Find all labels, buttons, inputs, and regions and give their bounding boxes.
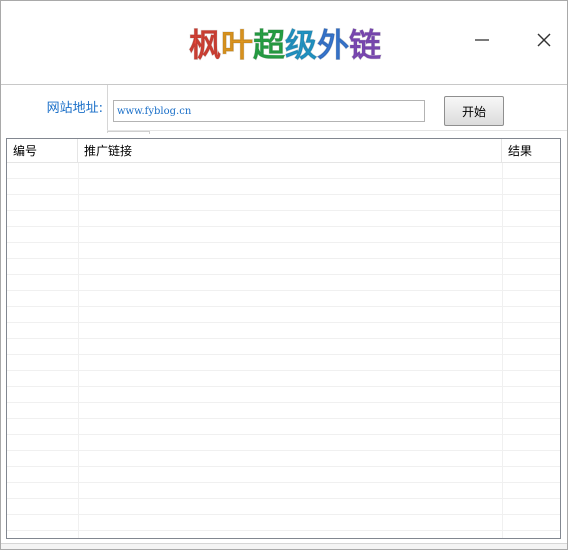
table-row [7, 387, 560, 403]
close-icon [537, 33, 551, 47]
table-row [7, 275, 560, 291]
list-header: 编号 推广链接 结果 [7, 139, 560, 163]
table-row [7, 163, 560, 179]
divider [107, 131, 150, 134]
table-row [7, 243, 560, 259]
table-row [7, 323, 560, 339]
url-row: 网站地址: 开始 [1, 85, 567, 134]
table-row [7, 515, 560, 531]
table-row [7, 419, 560, 435]
app-title: 枫 叶 超 级 外 链 [188, 21, 382, 65]
table-row [7, 467, 560, 483]
url-input[interactable] [113, 100, 425, 122]
status-strip [1, 543, 567, 549]
url-label: 网站地址: [46, 101, 103, 116]
start-button[interactable]: 开始 [444, 96, 504, 126]
table-row [7, 291, 560, 307]
result-list[interactable]: 编号 推广链接 结果 [6, 138, 561, 539]
title-bar: 枫 叶 超 级 外 链 [1, 1, 567, 85]
table-row [7, 483, 560, 499]
table-row [7, 211, 560, 227]
minimize-icon [475, 39, 489, 41]
minimize-button[interactable] [467, 25, 497, 55]
title-char: 叶 [221, 26, 254, 65]
title-char: 枫 [188, 26, 222, 65]
table-row [7, 499, 560, 515]
table-row [7, 371, 560, 387]
table-row [7, 339, 560, 355]
app-window: 枫 叶 超 级 外 链 网站地址: 开始 编号 推广链接 [0, 0, 568, 550]
table-row [7, 435, 560, 451]
close-button[interactable] [529, 25, 559, 55]
column-header-id[interactable]: 编号 [7, 139, 78, 162]
column-header-link[interactable]: 推广链接 [78, 139, 502, 162]
title-char: 外 [317, 26, 350, 65]
title-char: 链 [349, 26, 382, 65]
table-row [7, 179, 560, 195]
table-row [7, 355, 560, 371]
table-row [7, 307, 560, 323]
divider [107, 130, 567, 134]
column-header-result[interactable]: 结果 [502, 139, 560, 162]
list-body[interactable] [7, 163, 560, 538]
divider [107, 85, 108, 133]
title-char: 级 [285, 26, 318, 65]
title-char: 超 [253, 26, 286, 65]
table-row [7, 227, 560, 243]
table-row [7, 403, 560, 419]
table-row [7, 259, 560, 275]
table-row [7, 195, 560, 211]
table-row [7, 451, 560, 467]
